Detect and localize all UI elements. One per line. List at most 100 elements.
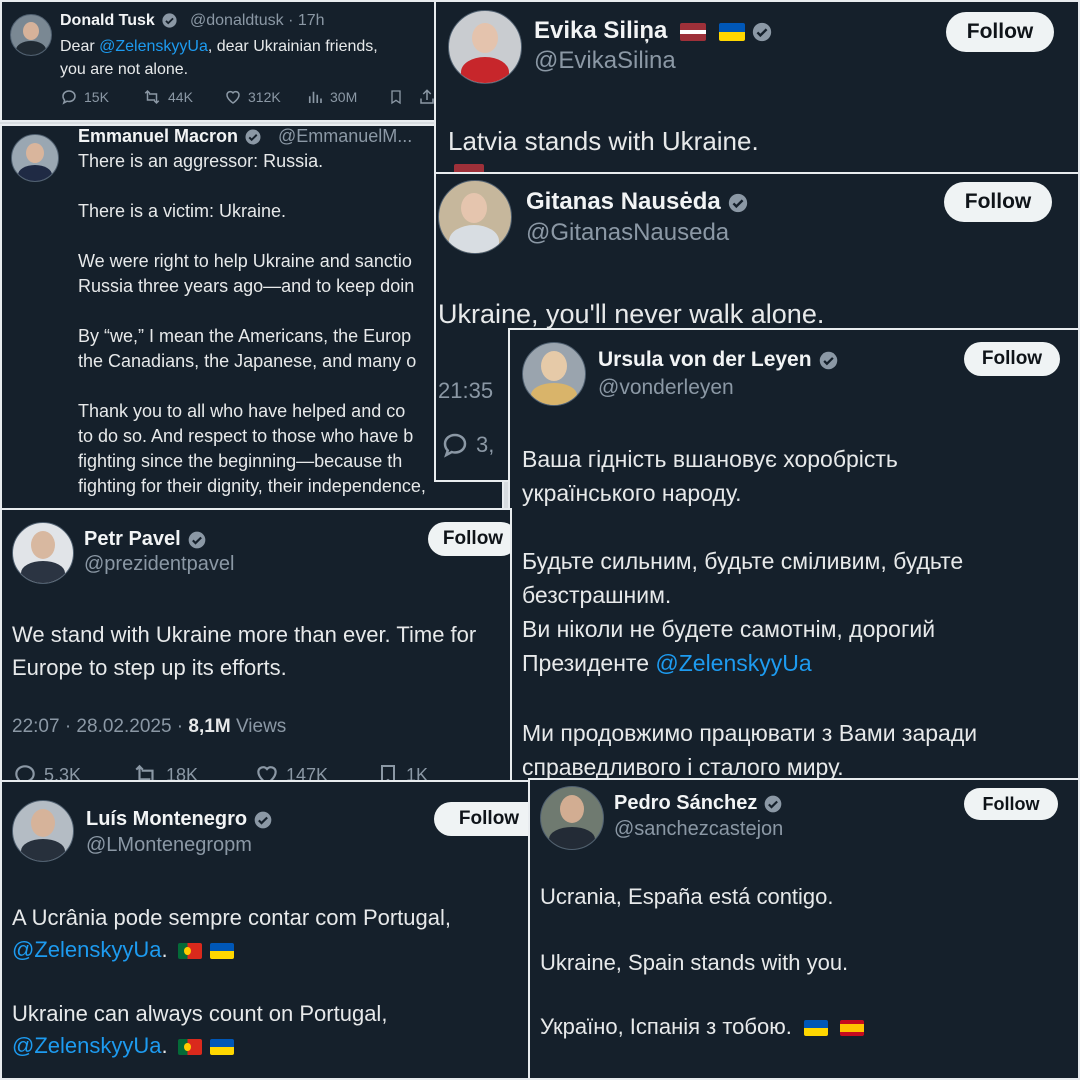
portugal-flag-icon: [177, 1039, 202, 1056]
tweet-text-english: Ukraine, Spain stands with you.: [540, 950, 849, 975]
tweet-text-paragraph-3: Ми продовжимо працювати з Вами заради сп…: [522, 720, 978, 780]
author-name[interactable]: Evika Siliņa: [534, 17, 773, 45]
avatar-silina[interactable]: [448, 10, 522, 84]
tweet-card-montenegro: Luís Montenegro @LMontenegropm Follow A …: [0, 780, 530, 1080]
tweet-text-paragraph-2: Будьте сильним, будьте сміливим, будьте …: [522, 548, 964, 676]
follow-button[interactable]: Follow: [428, 522, 510, 556]
verified-badge-icon: [188, 531, 206, 549]
ukraine-flag-icon: [209, 1039, 234, 1056]
author-handle[interactable]: @EmmanuelM...: [278, 126, 412, 147]
reply-button[interactable]: 3,: [440, 430, 494, 460]
author-name-text: Petr Pavel: [84, 528, 181, 550]
follow-button[interactable]: Follow: [964, 342, 1060, 376]
avatar-tusk[interactable]: [10, 14, 52, 56]
tweet-actions: 3,: [440, 430, 494, 460]
tweet-card-silina: Evika Siliņa @EvikaSilina Follow Latvia …: [434, 0, 1080, 174]
ukraine-flag-icon: [803, 1020, 828, 1037]
avatar-nauseda[interactable]: [438, 180, 512, 254]
follow-button[interactable]: Follow: [964, 788, 1058, 820]
tweet-text: We stand with Ukraine more than ever. Ti…: [12, 622, 477, 680]
author-name[interactable]: Donald Tusk: [60, 12, 178, 30]
like-button[interactable]: 312K: [224, 88, 306, 106]
like-button[interactable]: 147K: [254, 762, 376, 780]
avatar-macron[interactable]: [11, 134, 59, 182]
author-handle[interactable]: @sanchezcastejon: [614, 818, 783, 841]
author-handle[interactable]: @LMontenegropm: [86, 834, 252, 857]
latvia-flag-icon: [680, 22, 707, 41]
heart-icon: [257, 766, 277, 780]
verified-badge-icon: [728, 193, 747, 212]
tweet-text: Dear @ZelenskyyUa, dear Ukrainian friend…: [60, 38, 378, 78]
ukraine-flag-icon: [209, 943, 234, 960]
mention-link[interactable]: @ZelenskyyUa: [655, 650, 811, 676]
portugal-flag-icon: [177, 943, 202, 960]
tweet-card-vonderleyen: Ursula von der Leyen @vonderleyen Follow…: [508, 328, 1080, 854]
author-name-text: Evika Siliņa: [534, 17, 668, 44]
follow-button[interactable]: Follow: [946, 12, 1054, 52]
reply-icon: [443, 433, 467, 458]
author-name-text: Pedro Sánchez: [614, 792, 758, 814]
author-name-text: Gitanas Nausėda: [526, 188, 721, 215]
spain-flag-icon: [840, 1020, 865, 1037]
mention-link[interactable]: @ZelenskyyUa: [12, 937, 162, 962]
bookmark-button[interactable]: [388, 88, 418, 106]
author-handle[interactable]: @prezidentpavel: [84, 553, 234, 576]
author-name[interactable]: Luís Montenegro: [86, 808, 273, 831]
avatar-sanchez[interactable]: [540, 786, 604, 850]
author-name[interactable]: Emmanuel Macron: [78, 126, 262, 147]
reply-icon: [15, 765, 35, 780]
follow-button[interactable]: Follow: [944, 182, 1052, 222]
tweet-card-tusk: Donald Tusk @donaldtusk · 17h Dear @Zele…: [0, 0, 436, 122]
views-chart-icon: [308, 91, 322, 103]
verified-badge-icon: [162, 13, 177, 28]
verified-badge-icon: [245, 129, 261, 145]
mention-link[interactable]: @ZelenskyyUa: [99, 38, 208, 55]
avatar-vonderleyen[interactable]: [522, 342, 586, 406]
author-handle[interactable]: @EvikaSilina: [534, 47, 676, 75]
bookmark-button[interactable]: 1K: [376, 762, 428, 780]
author-name[interactable]: Petr Pavel: [84, 528, 207, 551]
verified-badge-icon: [752, 22, 771, 41]
author-name-text: Ursula von der Leyen: [598, 348, 812, 371]
heart-icon: [226, 90, 240, 104]
author-name-text: Luís Montenegro: [86, 808, 248, 830]
tweet-text-english: Ukraine can always count on Portugal, @Z…: [12, 1001, 388, 1058]
tweet-actions: 15K 44K 312K 30M: [60, 88, 434, 106]
tweet-timestamp[interactable]: 21:35: [438, 378, 493, 404]
verified-badge-icon: [254, 811, 272, 829]
avatar-pavel[interactable]: [12, 522, 74, 584]
repost-button[interactable]: 18K: [132, 762, 254, 780]
ukraine-flag-icon: [718, 22, 745, 41]
tweet-card-macron: Emmanuel Macron @EmmanuelM... There is a…: [0, 124, 504, 510]
verified-badge-icon: [765, 795, 782, 813]
follow-button[interactable]: Follow: [434, 802, 528, 836]
views-button[interactable]: 30M: [306, 88, 388, 106]
author-name[interactable]: Pedro Sánchez: [614, 792, 783, 815]
tweet-text-ukrainian: Україно, Іспанія з тобою.: [540, 1014, 865, 1040]
bookmark-icon: [381, 765, 395, 780]
reply-button[interactable]: 15K: [60, 88, 142, 106]
reply-button[interactable]: 5,3K: [12, 762, 132, 780]
tweet-text-portuguese: A Ucrânia pode sempre contar com Portuga…: [12, 905, 452, 962]
tweet-text-paragraph-1: Ваша гідність вшановує хоробрість україн…: [522, 446, 898, 506]
tweet-text: Ukraine, you'll never walk alone.: [438, 299, 825, 329]
repost-icon: [135, 764, 156, 780]
author-handle[interactable]: @vonderleyen: [598, 376, 734, 400]
bookmark-icon: [391, 90, 401, 105]
tweet-timestamp[interactable]: 22:07 · 28.02.2025 · 8,1M Views: [12, 716, 286, 738]
author-handle[interactable]: @donaldtusk · 17h: [190, 12, 325, 30]
repost-button[interactable]: 44K: [142, 88, 224, 106]
mention-link[interactable]: @ZelenskyyUa: [12, 1033, 162, 1058]
author-name[interactable]: Ursula von der Leyen: [598, 348, 839, 372]
tweet-text: Latvia stands with Ukraine.: [448, 126, 759, 172]
author-name[interactable]: Gitanas Nausėda: [526, 188, 749, 216]
author-name-text: Emmanuel Macron: [78, 126, 239, 146]
avatar-montenegro[interactable]: [12, 800, 74, 862]
tweet-actions: 5,3K 18K 147K 1K: [12, 762, 428, 780]
views-count: 8,1M: [188, 716, 231, 737]
reply-icon: [62, 90, 76, 105]
author-handle[interactable]: @GitanasNauseda: [526, 219, 729, 247]
tweet-text-spanish: Ucrania, España está contigo.: [540, 884, 834, 909]
tweet-card-sanchez: Pedro Sánchez @sanchezcastejon Follow Uc…: [528, 778, 1080, 1080]
repost-icon: [144, 89, 160, 105]
